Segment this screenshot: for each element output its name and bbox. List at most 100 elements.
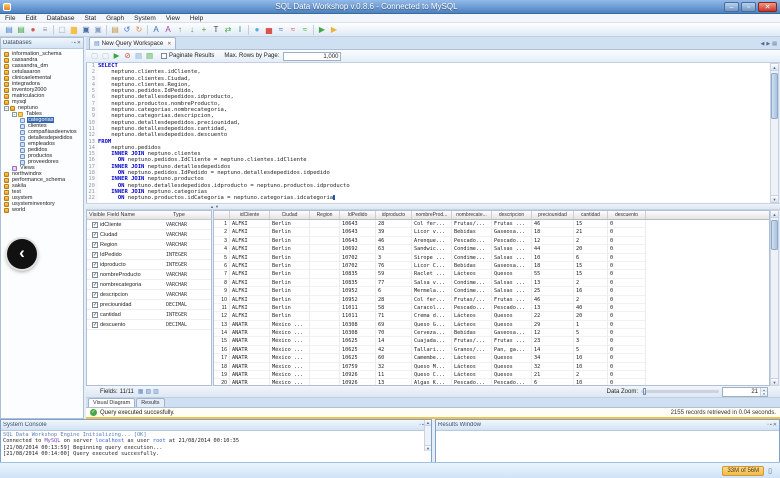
run-script-icon[interactable]: ▶ (316, 24, 328, 36)
db-disconnect-icon[interactable]: ● (27, 24, 39, 36)
field-row-nombrecategoria[interactable]: ✓nombrecategoriaVARCHAR (87, 280, 211, 290)
tab-scroll-right-icon[interactable]: ▶ (766, 41, 770, 47)
field-row-idproducto[interactable]: ✓idproductoINTEGER (87, 260, 211, 270)
menu-file[interactable]: File (0, 14, 20, 23)
table-row[interactable]: 2ALFKIBerlin1064339Licor v...BebidasGase… (214, 228, 769, 236)
run-query-icon[interactable]: ▶ (111, 51, 122, 62)
close-button[interactable]: ✕ (758, 2, 777, 12)
float-icon[interactable]: ▫ (71, 40, 73, 46)
grid-col-idCliente[interactable]: idCliente (230, 211, 270, 219)
field-row-Ciudad[interactable]: ✓CiudadVARCHAR (87, 230, 211, 240)
grid-col-nombreProd[interactable]: nombreProd... (412, 211, 452, 219)
save-icon[interactable]: ▣ (80, 24, 92, 36)
field-row-Region[interactable]: ✓RegionVARCHAR (87, 240, 211, 250)
console-scroll-up-icon[interactable]: ▲ (425, 420, 431, 426)
export-script-icon[interactable]: ▢ (89, 51, 100, 62)
text-tool-icon[interactable]: T (210, 24, 222, 36)
grid-col-descuento[interactable]: descuento (608, 211, 646, 219)
console-scrollbar[interactable]: ▲ ▼ (424, 420, 431, 451)
menu-graph[interactable]: Graph (101, 14, 129, 23)
menu-edit[interactable]: Edit (20, 14, 41, 23)
db-server-icon[interactable]: ▤ (3, 24, 15, 36)
table-row[interactable]: 8ALFKIBerlin1083577Salsa v...Condime...S… (214, 279, 769, 287)
font-decrease-icon[interactable]: A (162, 24, 174, 36)
export-excel-icon[interactable]: ▤ (144, 51, 155, 62)
table-row[interactable]: 17ANATRMéxico ...1062560Camembe...Lácteo… (214, 354, 769, 362)
paginate-checkbox[interactable] (161, 53, 167, 59)
add-icon[interactable]: + (198, 24, 210, 36)
memory-indicator[interactable]: 33M of 56M (722, 466, 764, 476)
tab-close-icon[interactable]: ✕ (167, 41, 171, 47)
grid-scrollbar[interactable]: ▲ ▼ (770, 210, 779, 386)
table-row[interactable]: 10ALFKIBerlin1095228Col fer...Frutas/...… (214, 296, 769, 304)
select-none-fields-icon[interactable]: ▧ (145, 389, 151, 395)
new-file-icon[interactable]: ▢ (56, 24, 68, 36)
table-row[interactable]: 11ALFKIBerlin1101158Caracol...Pescado...… (214, 304, 769, 312)
close-icon[interactable]: ✕ (77, 40, 81, 46)
select-all-fields-icon[interactable]: ▦ (138, 389, 144, 395)
pin-icon[interactable]: ▪ (74, 40, 76, 46)
transpose-icon[interactable]: ⇄ (222, 24, 234, 36)
pin-icon[interactable]: ▪ (770, 422, 772, 428)
table-row[interactable]: 4ALFKIBerlin1069263Sandwic...Condime...S… (214, 245, 769, 253)
data-zoom-slider[interactable] (641, 390, 719, 393)
tree-item-world[interactable]: world (1, 207, 83, 213)
table-row[interactable]: 13ANATRMéxico ...1030869Queso G...Lácteo… (214, 321, 769, 329)
tab-scroll-left-icon[interactable]: ◀ (761, 41, 765, 47)
scroll-up-icon[interactable]: ▲ (771, 64, 778, 71)
open-folder-icon[interactable]: ▆ (68, 24, 80, 36)
table-row[interactable]: 14ANATRMéxico ...1030870Cerveza...Bebida… (214, 329, 769, 337)
scroll-down-icon[interactable]: ▼ (771, 195, 778, 202)
tab-results[interactable]: Results (136, 398, 164, 407)
grid-col-nombrecate[interactable]: nombrecate... (452, 211, 492, 219)
spinner-down-icon[interactable]: ▾ (761, 392, 767, 396)
sql-editor[interactable]: 1SELECT2 neptuno.clientes.idCliente,3 ne… (86, 63, 770, 203)
field-row-nombreProducto[interactable]: ✓nombreProductoVARCHAR (87, 270, 211, 280)
menu-system[interactable]: System (129, 14, 161, 23)
table-row[interactable]: 18ANATRMéxico ...1075932Queso M...Lácteo… (214, 363, 769, 371)
font-increase-icon[interactable]: A (150, 24, 162, 36)
field-row-IdPedido[interactable]: ✓IdPedidoINTEGER (87, 250, 211, 260)
stop-query-icon[interactable]: ⊘ (122, 51, 133, 62)
grid-scroll-down-icon[interactable]: ▼ (771, 378, 778, 385)
collapse-icon[interactable]: − (12, 112, 17, 117)
bookmark-icon[interactable]: ▶ (328, 24, 340, 36)
field-row-descuento[interactable]: ✓descuentoDECIMAL (87, 320, 211, 330)
float-icon[interactable]: ▫ (767, 422, 769, 428)
table-row[interactable]: 3ALFKIBerlin1064346Arenque...Pescado...P… (214, 237, 769, 245)
maximize-button[interactable]: ▫ (741, 2, 756, 12)
table-row[interactable]: 7ALFKIBerlin1083559Raclet ...LácteosQues… (214, 270, 769, 278)
editor-scrollbar[interactable]: ▲ ▼ (770, 63, 779, 203)
grid-col-descripcion[interactable]: descripcion (492, 211, 532, 219)
db-connect-icon[interactable]: ▤ (15, 24, 27, 36)
close-icon[interactable]: ✕ (773, 422, 777, 428)
editor-scroll-thumb[interactable] (771, 73, 778, 119)
color-fill-icon[interactable]: ● (251, 24, 263, 36)
menu-help[interactable]: Help (185, 14, 208, 23)
line-chart-red-icon[interactable]: ≈ (287, 24, 299, 36)
table-row[interactable]: 1ALFKIBerlin1064328Col fer...Frutas/...F… (214, 220, 769, 228)
grid-col-IdPedido[interactable]: IdPedido (340, 211, 376, 219)
grid-col-idproducto[interactable]: idproducto (376, 211, 412, 219)
invert-fields-icon[interactable]: ▥ (153, 389, 159, 395)
grid-col-Ciudad[interactable]: Ciudad (270, 211, 310, 219)
move-down-icon[interactable]: ↓ (186, 24, 198, 36)
redo-icon[interactable]: ↻ (133, 24, 145, 36)
minimize-button[interactable]: – (724, 2, 739, 12)
float-icon[interactable]: ▫ (419, 422, 421, 428)
save-script-icon[interactable]: ▢ (100, 51, 111, 62)
field-row-cantidad[interactable]: ✓cantidadINTEGER (87, 310, 211, 320)
grid-scroll-thumb[interactable] (771, 220, 778, 250)
menu-database[interactable]: Database (42, 14, 80, 23)
save-all-icon[interactable]: ▣ (92, 24, 104, 36)
bar-chart-icon[interactable]: ▅ (263, 24, 275, 36)
max-rows-input[interactable]: 1,000 (283, 52, 341, 61)
menu-stat[interactable]: Stat (80, 14, 102, 23)
line-chart-green-icon[interactable]: ≈ (299, 24, 311, 36)
copy-results-icon[interactable]: ▤ (133, 51, 144, 62)
trash-icon[interactable]: ▯ (768, 467, 772, 475)
table-row[interactable]: 19ANATRMéxico ...1092611Queso C...Lácteo… (214, 371, 769, 379)
field-row-preciounidad[interactable]: ✓preciounidadDECIMAL (87, 300, 211, 310)
grid-col-cantidad[interactable]: cantidad (574, 211, 608, 219)
tab-visual-diagram[interactable]: Visual Diagram (88, 398, 135, 407)
